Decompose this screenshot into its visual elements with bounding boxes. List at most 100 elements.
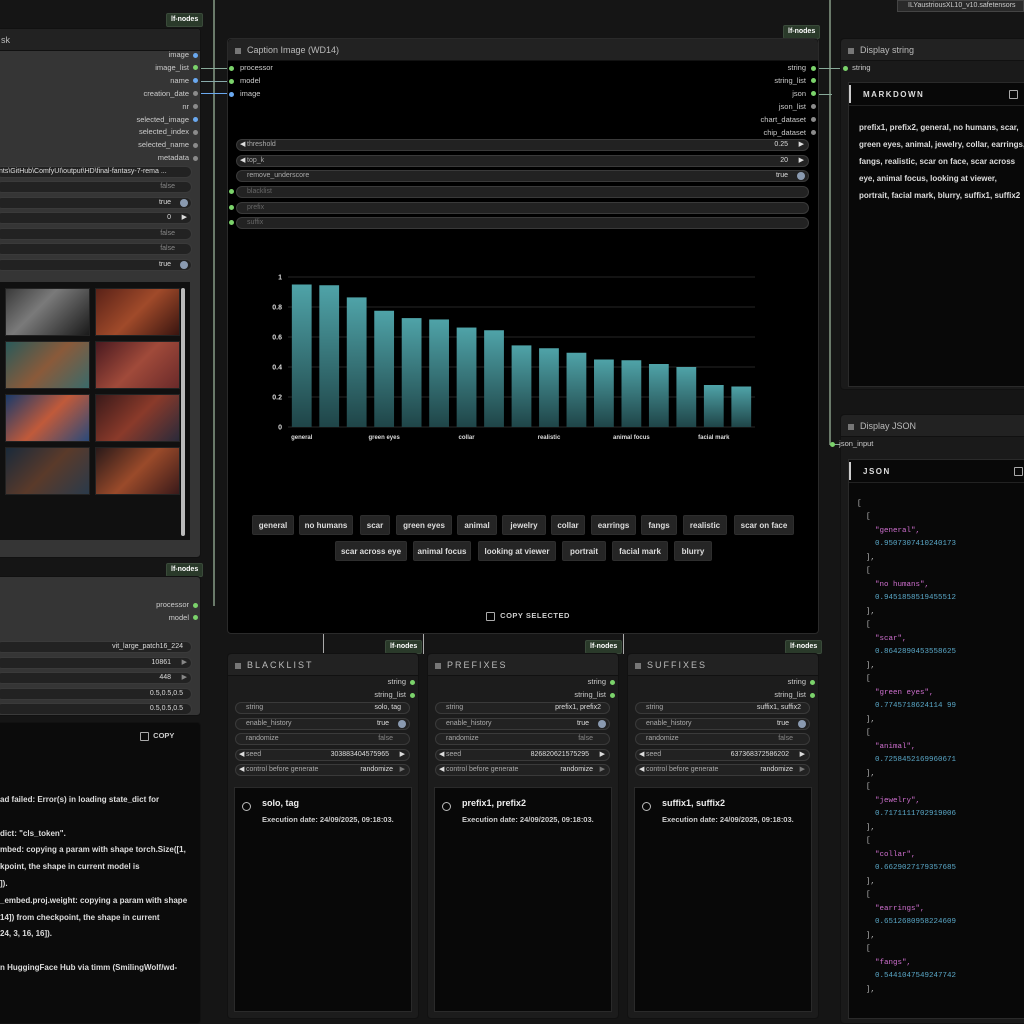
widget-threshold[interactable]: ◀ threshold 0.25 ▶ <box>236 139 809 151</box>
widget-enable_history[interactable]: enable_history true <box>435 717 610 730</box>
output-slot-metadata[interactable]: metadata <box>100 152 198 164</box>
thumbnail-image[interactable] <box>95 394 180 442</box>
tag-chip[interactable]: jewelry <box>502 515 546 535</box>
tag-chip[interactable]: scar <box>360 515 390 535</box>
output-slot-string_list[interactable]: string_list <box>700 75 816 87</box>
widget-5[interactable]: true <box>0 258 192 271</box>
output-slot-string-list[interactable]: string_list <box>527 689 615 701</box>
widget-randomize[interactable]: randomize false <box>235 733 410 745</box>
widget-enable_history[interactable]: enable_history true <box>635 717 810 730</box>
thumbnail-image[interactable] <box>95 288 180 336</box>
output-slot-json_list[interactable]: json_list <box>700 101 816 113</box>
decrement-arrow-icon[interactable]: ◀ <box>239 750 244 760</box>
output-slot-string[interactable]: string <box>700 62 816 74</box>
node-collapse-icon[interactable] <box>635 662 641 669</box>
decrement-arrow-icon[interactable]: ◀ <box>639 765 644 775</box>
thumbnail-image[interactable] <box>5 394 90 442</box>
widget-randomize[interactable]: randomize false <box>435 733 610 745</box>
image-grid[interactable] <box>0 282 190 540</box>
decrement-arrow-icon[interactable]: ◀ <box>639 750 644 760</box>
thumbnail-image[interactable] <box>5 447 90 495</box>
tag-chip[interactable]: portrait <box>562 541 606 561</box>
copy-icon[interactable] <box>1009 90 1018 99</box>
increment-arrow-icon[interactable]: ▶ <box>799 156 804 166</box>
output-slot-selected_index[interactable]: selected_index <box>100 126 198 138</box>
tag-chip[interactable]: earrings <box>591 515 636 535</box>
widget-0[interactable]: vit_large_patch16_224 <box>0 641 192 653</box>
input-slot-string[interactable]: string <box>843 62 871 74</box>
widget-seed[interactable]: ◀ seed 303883404575965 ▶ <box>235 748 410 761</box>
widget-2[interactable]: 0 ▶ <box>0 212 192 224</box>
thumbnail-image[interactable] <box>95 447 180 495</box>
widget-string[interactable]: string prefix1, prefix2 <box>435 702 610 714</box>
increment-arrow-icon[interactable]: ▶ <box>800 765 805 775</box>
input-widget-suffix[interactable]: suffix <box>236 217 809 229</box>
copy-selected-button[interactable]: COPY SELECTED <box>486 611 570 621</box>
increment-arrow-icon[interactable]: ▶ <box>400 765 405 775</box>
widget-seed[interactable]: ◀ seed 826820621575295 ▶ <box>435 748 610 761</box>
path-field[interactable]: nts\GitHub\ComfyUI\output\HD\final-fanta… <box>0 166 192 178</box>
decrement-arrow-icon[interactable]: ◀ <box>240 156 245 166</box>
output-slot-image[interactable]: image <box>100 49 198 61</box>
increment-arrow-icon[interactable]: ▶ <box>800 750 805 760</box>
increment-arrow-icon[interactable]: ▶ <box>182 213 187 223</box>
output-slot-json[interactable]: json <box>700 88 816 100</box>
tag-chip[interactable]: facial mark <box>612 541 668 561</box>
decrement-arrow-icon[interactable]: ◀ <box>240 140 245 150</box>
widget-control-before-generate[interactable]: ◀ control before generate randomize ▶ <box>235 764 410 776</box>
increment-arrow-icon[interactable]: ▶ <box>182 658 187 668</box>
output-slot-string-list[interactable]: string_list <box>327 689 415 701</box>
widget-3[interactable]: false <box>0 227 192 240</box>
tag-chip[interactable]: animal focus <box>413 541 471 561</box>
decrement-arrow-icon[interactable]: ◀ <box>439 750 444 760</box>
input-slot-json[interactable]: json_input <box>830 438 873 450</box>
output-slot-string-list[interactable]: string_list <box>727 689 815 701</box>
tag-chip[interactable]: scar on face <box>734 515 794 535</box>
input-widget-prefix[interactable]: prefix <box>236 201 809 214</box>
input-slot-image[interactable]: image <box>229 88 260 100</box>
widget-randomize[interactable]: randomize false <box>635 733 810 745</box>
output-slot-name[interactable]: name <box>100 75 198 87</box>
output-slot-model[interactable]: model <box>100 612 198 624</box>
widget-2[interactable]: 448 ▶ <box>0 672 192 684</box>
decrement-arrow-icon[interactable]: ◀ <box>439 765 444 775</box>
widget-seed[interactable]: ◀ seed 637368372586202 ▶ <box>635 748 810 761</box>
increment-arrow-icon[interactable]: ▶ <box>600 750 605 760</box>
markdown-panel[interactable]: MARKDOWN prefix1, prefix2, general, no h… <box>848 82 1024 387</box>
tag-chip[interactable]: scar across eye <box>335 541 407 561</box>
increment-arrow-icon[interactable]: ▶ <box>600 765 605 775</box>
scrollbar[interactable] <box>181 288 185 536</box>
thumbnail-image[interactable] <box>5 288 90 336</box>
increment-arrow-icon[interactable]: ▶ <box>400 750 405 760</box>
output-slot-selected_image[interactable]: selected_image <box>100 114 198 126</box>
copy-icon[interactable] <box>1014 467 1023 476</box>
widget-4[interactable]: false <box>0 243 192 255</box>
output-slot-image_list[interactable]: image_list <box>100 62 198 74</box>
widget-remove_underscore[interactable]: remove_underscore true <box>236 170 809 182</box>
widget-enable_history[interactable]: enable_history true <box>235 717 410 730</box>
history-icon[interactable] <box>642 802 651 811</box>
widget-0[interactable]: false <box>0 181 192 193</box>
widget-1[interactable]: true <box>0 196 192 209</box>
output-slot-string[interactable]: string <box>327 676 415 688</box>
output-slot-chart_dataset[interactable]: chart_dataset <box>700 114 816 126</box>
output-slot-nr[interactable]: nr <box>100 101 198 113</box>
widget-3[interactable]: 0.5,0.5,0.5 <box>0 687 192 700</box>
tag-chip[interactable]: no humans <box>299 515 353 535</box>
increment-arrow-icon[interactable]: ▶ <box>182 673 187 683</box>
thumbnail-image[interactable] <box>5 341 90 389</box>
tag-chip[interactable]: fangs <box>641 515 677 535</box>
increment-arrow-icon[interactable]: ▶ <box>799 140 804 150</box>
widget-4[interactable]: 0.5,0.5,0.5 <box>0 703 192 715</box>
widget-string[interactable]: string solo, tag <box>235 702 410 714</box>
tag-chip[interactable]: animal <box>457 515 497 535</box>
widget-1[interactable]: 10861 ▶ <box>0 656 192 669</box>
widget-control-before-generate[interactable]: ◀ control before generate randomize ▶ <box>635 764 810 776</box>
log-node[interactable] <box>0 722 201 1024</box>
tag-chip[interactable]: general <box>252 515 294 535</box>
input-dot[interactable] <box>229 220 234 225</box>
tag-chip[interactable]: green eyes <box>396 515 452 535</box>
output-slot-string[interactable]: string <box>727 676 815 688</box>
node-collapse-icon[interactable] <box>435 662 441 669</box>
history-icon[interactable] <box>442 802 451 811</box>
